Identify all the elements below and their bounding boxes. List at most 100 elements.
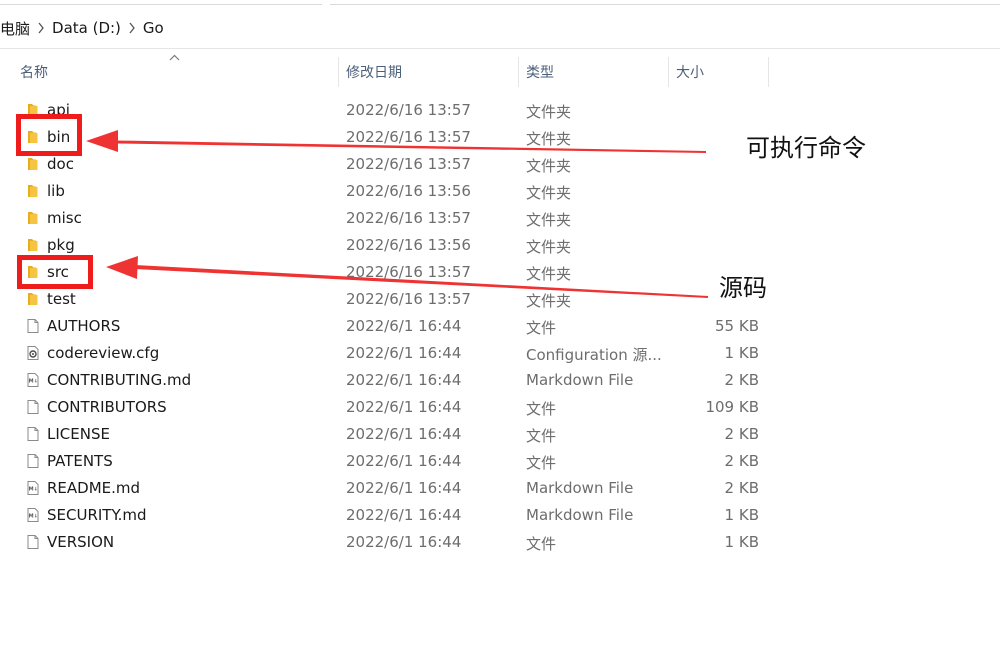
annotation-label-src: 源码 [719, 274, 767, 302]
file-row[interactable]: LICENSE 2022/6/1 16:44 文件 2 KB [0, 421, 1000, 448]
file-row[interactable]: M↓ README.md 2022/6/1 16:44 Markdown File 2 … [0, 475, 1000, 502]
file-type: Markdown File [526, 479, 634, 497]
file-modified-date: 2022/6/1 16:44 [346, 317, 462, 335]
address-bar[interactable]: 电脑 Data (D:) Go [0, 8, 1000, 49]
column-header-name-label: 名称 [20, 64, 48, 81]
file-name[interactable]: AUTHORS [47, 317, 120, 335]
file-size: 1 KB [724, 533, 759, 551]
file-modified-date: 2022/6/16 13:56 [346, 236, 471, 254]
file-type: 文件夹 [526, 238, 572, 256]
file-modified-date: 2022/6/1 16:44 [346, 533, 462, 551]
file-type: Configuration 源... [526, 346, 661, 364]
svg-text:M↓: M↓ [29, 379, 38, 385]
file-size: 2 KB [724, 479, 759, 497]
column-header-size-label: 大小 [676, 64, 704, 81]
file-icon [25, 534, 41, 550]
file-list: api 2022/6/16 13:57 文件夹 bin 2022/6/16 13:57 文… [0, 97, 1000, 556]
file-modified-date: 2022/6/16 13:57 [346, 263, 471, 281]
file-row[interactable]: codereview.cfg 2022/6/1 16:44 Configuratio… [0, 340, 1000, 367]
file-type: 文件 [526, 427, 557, 445]
column-header-modified[interactable]: 修改日期 [338, 49, 518, 94]
markdown-file-icon: M↓ [25, 372, 41, 388]
file-row[interactable]: pkg 2022/6/16 13:56 文件夹 [0, 232, 1000, 259]
markdown-file-icon: M↓ [25, 480, 41, 496]
file-type: 文件 [526, 454, 557, 472]
file-type: 文件 [526, 400, 557, 418]
file-modified-date: 2022/6/16 13:57 [346, 290, 471, 308]
file-name[interactable]: LICENSE [47, 425, 110, 443]
top-strip-segment [330, 0, 1000, 5]
file-modified-date: 2022/6/1 16:44 [346, 398, 462, 416]
file-name[interactable]: misc [47, 209, 82, 227]
file-name[interactable]: VERSION [47, 533, 114, 551]
column-header-row: 名称 修改日期 类型 大小 [0, 49, 1000, 94]
folder-icon [25, 210, 41, 226]
file-icon [25, 426, 41, 442]
column-header-type[interactable]: 类型 [518, 49, 668, 94]
column-divider[interactable] [768, 57, 769, 87]
chevron-right-icon[interactable] [34, 22, 48, 34]
file-name[interactable]: doc [47, 155, 74, 173]
file-name[interactable]: README.md [47, 479, 140, 497]
folder-icon [25, 183, 41, 199]
file-type: 文件夹 [526, 265, 572, 283]
markdown-file-icon: M↓ [25, 507, 41, 523]
file-name[interactable]: pkg [47, 236, 75, 254]
column-header-modified-label: 修改日期 [346, 64, 402, 81]
file-size: 1 KB [724, 344, 759, 362]
file-name[interactable]: CONTRIBUTING.md [47, 371, 191, 389]
file-type: 文件 [526, 535, 557, 553]
file-row[interactable]: AUTHORS 2022/6/1 16:44 文件 55 KB [0, 313, 1000, 340]
folder-icon [25, 237, 41, 253]
file-modified-date: 2022/6/1 16:44 [346, 506, 462, 524]
folder-icon [25, 291, 41, 307]
file-size: 2 KB [724, 452, 759, 470]
file-size: 109 KB [705, 398, 759, 416]
breadcrumb-item-drive[interactable]: Data (D:) [48, 19, 125, 37]
file-type: 文件夹 [526, 292, 572, 310]
file-modified-date: 2022/6/1 16:44 [346, 371, 462, 389]
file-name[interactable]: SECURITY.md [47, 506, 147, 524]
file-size: 2 KB [724, 371, 759, 389]
file-modified-date: 2022/6/16 13:57 [346, 128, 471, 146]
file-row[interactable]: VERSION 2022/6/1 16:44 文件 1 KB [0, 529, 1000, 556]
file-icon [25, 453, 41, 469]
file-type: Markdown File [526, 371, 634, 389]
file-modified-date: 2022/6/1 16:44 [346, 479, 462, 497]
file-name[interactable]: CONTRIBUTORS [47, 398, 167, 416]
file-name[interactable]: test [47, 290, 76, 308]
config-file-icon [25, 345, 41, 361]
file-row[interactable]: api 2022/6/16 13:57 文件夹 [0, 97, 1000, 124]
file-modified-date: 2022/6/16 13:57 [346, 209, 471, 227]
chevron-right-icon[interactable] [125, 22, 139, 34]
column-header-type-label: 类型 [526, 64, 554, 81]
file-modified-date: 2022/6/1 16:44 [346, 425, 462, 443]
file-type: 文件夹 [526, 103, 572, 121]
file-size: 55 KB [715, 317, 759, 335]
svg-text:M↓: M↓ [29, 487, 38, 493]
file-name[interactable]: codereview.cfg [47, 344, 159, 362]
file-type: 文件 [526, 319, 557, 337]
file-row[interactable]: M↓ SECURITY.md 2022/6/1 16:44 Markdown File… [0, 502, 1000, 529]
file-row[interactable]: lib 2022/6/16 13:56 文件夹 [0, 178, 1000, 205]
file-row[interactable]: src 2022/6/16 13:57 文件夹 [0, 259, 1000, 286]
svg-text:M↓: M↓ [29, 514, 38, 520]
column-header-size[interactable]: 大小 [668, 49, 768, 94]
file-modified-date: 2022/6/1 16:44 [346, 344, 462, 362]
column-header-name[interactable]: 名称 [12, 49, 338, 94]
file-name[interactable]: lib [47, 182, 65, 200]
file-type: 文件夹 [526, 157, 572, 175]
file-row[interactable]: M↓ CONTRIBUTING.md 2022/6/1 16:44 Markdown … [0, 367, 1000, 394]
breadcrumb-item-go[interactable]: Go [139, 19, 168, 37]
file-row[interactable]: PATENTS 2022/6/1 16:44 文件 2 KB [0, 448, 1000, 475]
file-row[interactable]: CONTRIBUTORS 2022/6/1 16:44 文件 109 KB [0, 394, 1000, 421]
file-icon [25, 399, 41, 415]
file-row[interactable]: test 2022/6/16 13:57 文件夹 [0, 286, 1000, 313]
breadcrumb-item-pc[interactable]: 电脑 [0, 18, 34, 39]
file-name[interactable]: PATENTS [47, 452, 113, 470]
file-modified-date: 2022/6/16 13:56 [346, 182, 471, 200]
file-row[interactable]: misc 2022/6/16 13:57 文件夹 [0, 205, 1000, 232]
annotation-box-bin [16, 114, 82, 156]
file-modified-date: 2022/6/16 13:57 [346, 101, 471, 119]
file-modified-date: 2022/6/16 13:57 [346, 155, 471, 173]
